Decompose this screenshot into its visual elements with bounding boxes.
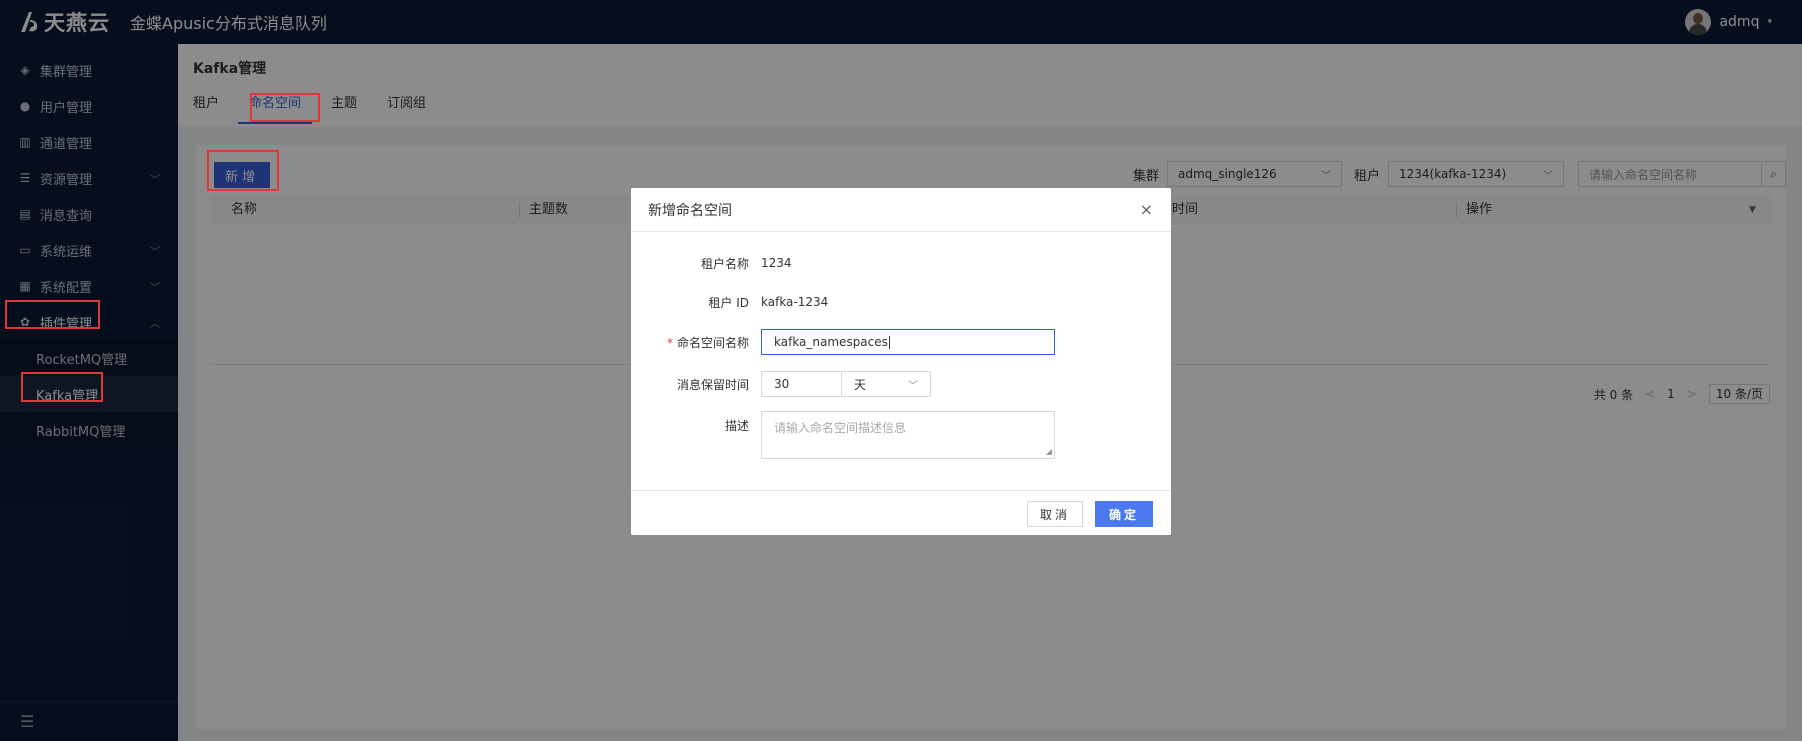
resize-handle-icon[interactable]: ◢ <box>1046 448 1052 456</box>
retention-unit-value: 天 <box>854 377 867 392</box>
namespace-name-input[interactable]: kafka_namespaces <box>761 329 1055 355</box>
tenant-id-value: kafka-1234 <box>761 295 829 309</box>
highlight-box <box>250 93 320 122</box>
tenant-name-label: 租户名称 <box>700 256 749 271</box>
create-namespace-dialog: 新增命名空间 × 租户名称 1234 租户 ID kafka-1234 * 命名空… <box>631 188 1171 535</box>
tenant-id-row: 租户 ID kafka-1234 <box>631 289 828 315</box>
dialog-footer: 取消 确定 <box>631 490 1171 535</box>
namespace-name-label-text: 命名空间名称 <box>676 335 749 350</box>
tenant-name-value: 1234 <box>761 256 792 270</box>
close-icon[interactable]: × <box>1140 202 1153 218</box>
retention-input[interactable]: 30 <box>761 371 842 397</box>
dialog-header: 新增命名空间 × <box>631 188 1171 232</box>
confirm-button[interactable]: 确定 <box>1095 501 1153 527</box>
namespace-name-value: kafka_namespaces <box>774 335 888 349</box>
description-label: 描述 <box>724 419 749 433</box>
highlight-box <box>207 150 279 191</box>
required-mark: * <box>666 335 673 350</box>
tenant-name-row: 租户名称 1234 <box>631 250 792 276</box>
description-textarea[interactable]: 请输入命名空间描述信息 ◢ <box>761 411 1055 459</box>
namespace-name-label: * 命名空间名称 <box>631 334 761 351</box>
highlight-box <box>21 372 103 402</box>
text-cursor <box>888 335 890 349</box>
tenant-id-label: 租户 ID <box>708 295 749 310</box>
description-placeholder: 请输入命名空间描述信息 <box>774 421 907 435</box>
retention-unit-select[interactable]: 天 ﹀ <box>842 371 931 397</box>
namespace-name-row: * 命名空间名称 kafka_namespaces <box>631 329 1055 355</box>
chevron-down-icon: ﹀ <box>908 380 918 392</box>
dialog-title: 新增命名空间 <box>648 202 732 219</box>
description-row: 描述 请输入命名空间描述信息 ◢ <box>631 411 1055 459</box>
highlight-box <box>5 300 100 329</box>
cancel-button[interactable]: 取消 <box>1027 501 1083 527</box>
retention-label: 消息保留时间 <box>676 377 749 392</box>
retention-row: 消息保留时间 30 天 ﹀ <box>631 371 931 397</box>
